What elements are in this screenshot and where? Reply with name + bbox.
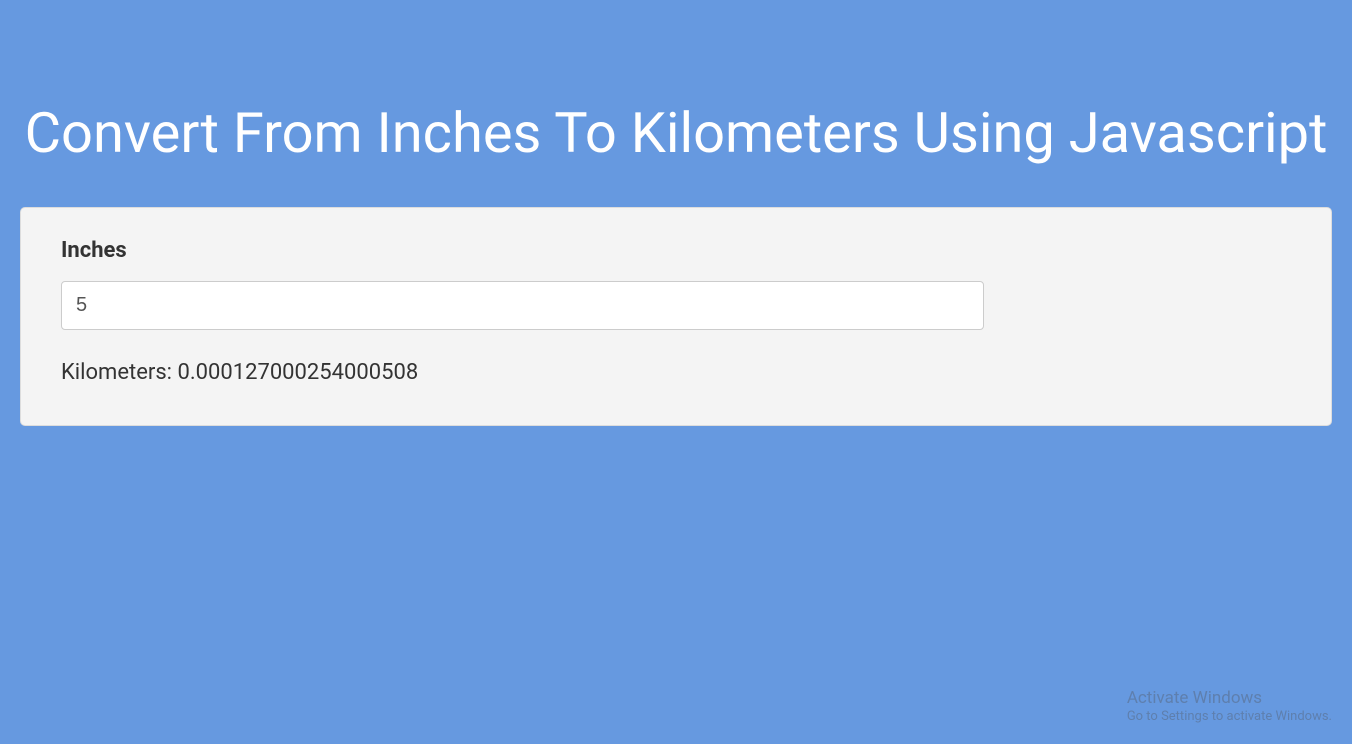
converter-card: Inches Kilometers: 0.000127000254000508 — [20, 207, 1332, 426]
page-title: Convert From Inches To Kilometers Using … — [20, 100, 1332, 167]
windows-activation-watermark: Activate Windows Go to Settings to activ… — [1127, 687, 1332, 726]
watermark-line2: Go to Settings to activate Windows. — [1127, 709, 1332, 726]
inches-input[interactable] — [61, 281, 984, 330]
inches-label: Inches — [61, 238, 1291, 263]
kilometers-result: Kilometers: 0.000127000254000508 — [61, 360, 1291, 385]
watermark-line1: Activate Windows — [1127, 687, 1332, 709]
